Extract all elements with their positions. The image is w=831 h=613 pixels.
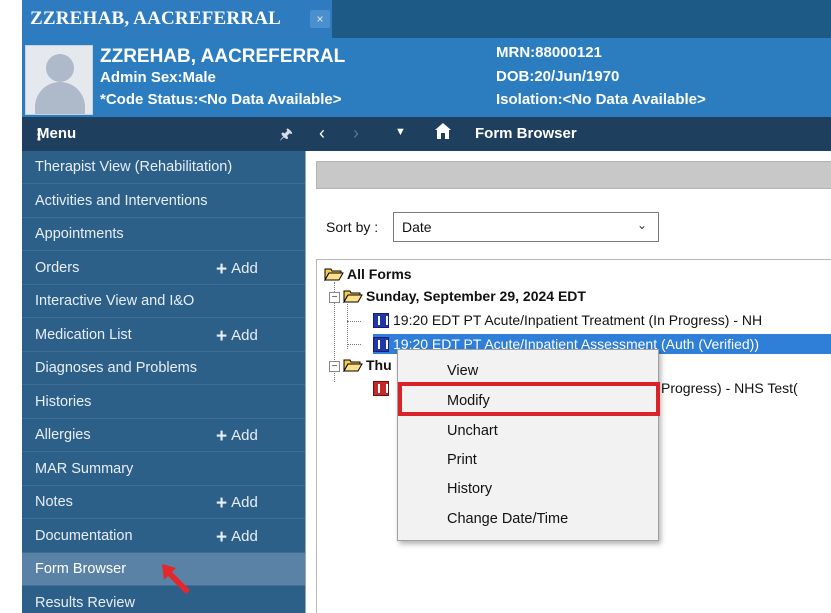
tree-form-label-tail: Progress) - NHS Test( (661, 380, 798, 396)
filter-bar (316, 161, 831, 189)
sidebar-item-appointments[interactable]: Appointments (22, 218, 305, 251)
sidebar-item-label: Allergies (35, 427, 91, 443)
sort-by-select[interactable]: Date ⌄ (393, 212, 659, 242)
sidebar-item-therapist-view-rehabilitation[interactable]: Therapist View (Rehabilitation) (22, 151, 305, 184)
plus-icon: + (216, 526, 228, 548)
add-label: Add (231, 427, 258, 444)
form-icon (373, 381, 389, 396)
sidebar-item-orders[interactable]: Orders + Add (22, 252, 305, 285)
page-title: Form Browser (475, 125, 577, 142)
tree-root[interactable]: All Forms (324, 266, 412, 282)
tree-root-label: All Forms (347, 266, 412, 282)
sidebar-item-label: Interactive View and I&O (35, 293, 195, 309)
add-button[interactable]: + Add (216, 259, 258, 281)
menu-title: Menu (37, 125, 77, 142)
add-label: Add (231, 527, 258, 545)
collapse-icon[interactable]: − (329, 361, 340, 372)
admin-sex: Admin Sex:Male (100, 69, 216, 86)
tree-day-label: Thu (366, 357, 392, 373)
plus-icon: + (216, 325, 228, 347)
forward-icon[interactable]: › (353, 123, 359, 144)
folder-open-icon (343, 290, 363, 303)
code-status[interactable]: *Code Status:<No Data Available> (100, 91, 341, 108)
add-label: Add (231, 494, 258, 511)
sidebar-item-histories[interactable]: Histories (22, 386, 305, 419)
sidebar-item-label: Orders (35, 259, 80, 276)
tree-day-node[interactable]: Sunday, September 29, 2024 EDT (343, 288, 586, 304)
tree-day-node[interactable]: Thu (343, 357, 392, 373)
sidebar-item-documentation[interactable]: Documentation + Add (22, 520, 305, 553)
patient-name: ZZREHAB, AACREFERRAL (100, 46, 346, 67)
sort-by-label: Sort by : (326, 219, 379, 235)
patient-banner: ZZREHAB, AACREFERRAL Admin Sex:Male *Cod… (22, 38, 831, 117)
plus-icon: + (216, 258, 228, 280)
sidebar-item-notes[interactable]: Notes + Add (22, 486, 305, 519)
tree-form-label: 19:20 EDT PT Acute/Inpatient Treatment (… (393, 312, 763, 328)
sidebar-item-label: Diagnoses and Problems (35, 360, 198, 376)
back-icon[interactable]: ‹ (319, 123, 325, 144)
sidebar-item-label: Form Browser (35, 561, 127, 577)
sidebar-item-label: Histories (35, 393, 92, 410)
menu-header: ⋮ Menu 🖈 (22, 117, 305, 151)
tree-form-item[interactable] (373, 380, 393, 396)
pin-icon[interactable]: 🖈 (279, 124, 293, 149)
add-label: Add (231, 259, 258, 277)
context-menu-item-print[interactable]: Print (398, 446, 658, 475)
patient-tab-bar: ZZREHAB, AACREFERRAL × (22, 0, 831, 38)
folder-open-icon (324, 268, 344, 281)
add-button[interactable]: + Add (216, 493, 258, 515)
sidebar-item-label: Results Review (35, 594, 135, 611)
sidebar-item-label: Notes (35, 494, 73, 510)
form-browser-toolbar: ‹ › ▼ Form Browser (305, 117, 831, 151)
avatar (25, 45, 93, 115)
sidebar-item-interactive-view-and-i-o[interactable]: Interactive View and I&O (22, 285, 305, 318)
form-icon (373, 337, 389, 352)
sort-by-value: Date (402, 219, 432, 235)
isolation[interactable]: Isolation:<No Data Available> (496, 91, 706, 108)
red-arrow-icon (162, 564, 190, 594)
plus-icon: + (216, 493, 228, 514)
sidebar-item-label: Therapist View (Rehabilitation) (35, 159, 233, 175)
plus-icon: + (216, 426, 228, 447)
sidebar-item-allergies[interactable]: Allergies + Add (22, 419, 305, 452)
patient-tab[interactable]: ZZREHAB, AACREFERRAL × (22, 0, 332, 38)
sidebar-item-label: Documentation (35, 527, 133, 544)
add-button[interactable]: + Add (216, 326, 258, 348)
dob: DOB:20/Jun/1970 (496, 68, 620, 85)
sidebar-item-medication-list[interactable]: Medication List + Add (22, 319, 305, 352)
sidebar-item-mar-summary[interactable]: MAR Summary (22, 453, 305, 486)
sidebar-item-label: Appointments (35, 226, 124, 242)
sidebar-item-activities-and-interventions[interactable]: Activities and Interventions (22, 185, 305, 218)
chevron-down-icon: ⌄ (637, 218, 648, 232)
menu-sidebar: ⋮ Menu 🖈 Therapist View (Rehabilitation)… (22, 117, 305, 613)
add-label: Add (231, 326, 258, 344)
context-menu-item-history[interactable]: History (398, 475, 658, 504)
mrn: MRN:88000121 (496, 44, 602, 61)
context-menu: View Modify Unchart Print History Change… (397, 349, 659, 541)
modify-highlight-box (398, 382, 660, 416)
chevron-down-icon[interactable]: ▼ (395, 126, 406, 138)
close-icon[interactable]: × (310, 10, 330, 28)
patient-tab-title: ZZREHAB, AACREFERRAL (30, 8, 282, 29)
tree-day-label: Sunday, September 29, 2024 EDT (366, 288, 586, 304)
add-button[interactable]: + Add (216, 426, 258, 448)
sidebar-item-label: Medication List (35, 326, 132, 343)
folder-open-icon (343, 359, 363, 372)
context-menu-item-change-date-time[interactable]: Change Date/Time (398, 505, 658, 534)
home-icon[interactable] (434, 122, 452, 140)
sidebar-item-diagnoses-and-problems[interactable]: Diagnoses and Problems (22, 352, 305, 385)
sidebar-item-label: Activities and Interventions (35, 192, 208, 209)
sidebar-item-label: MAR Summary (35, 460, 134, 477)
collapse-icon[interactable]: − (329, 292, 340, 303)
add-button[interactable]: + Add (216, 527, 258, 549)
form-icon (373, 313, 389, 328)
context-menu-item-unchart[interactable]: Unchart (398, 417, 658, 446)
tree-form-item[interactable]: 19:20 EDT PT Acute/Inpatient Treatment (… (373, 312, 762, 328)
